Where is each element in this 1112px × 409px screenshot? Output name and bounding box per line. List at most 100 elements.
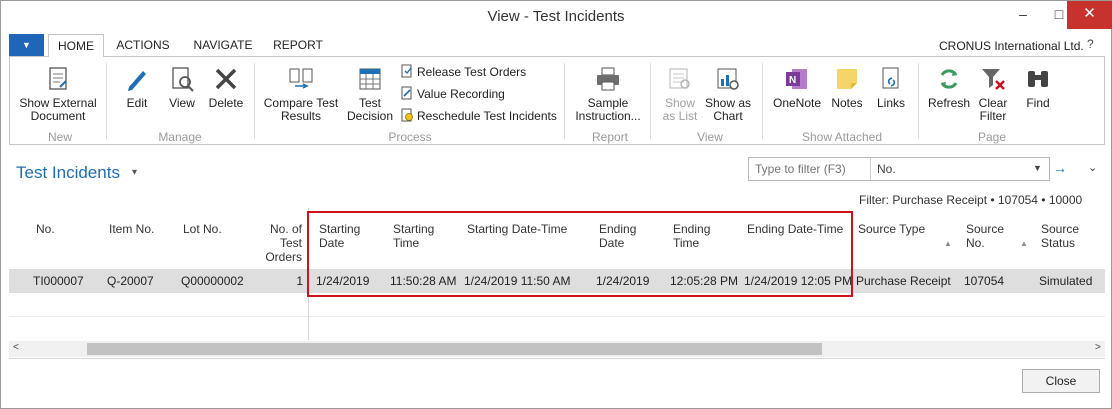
view-button[interactable]: View <box>163 65 201 110</box>
group-label-process: Process <box>388 130 432 144</box>
onenote-label: OneNote <box>772 96 822 110</box>
column-header-no[interactable]: No. <box>36 222 55 236</box>
link-document-icon <box>882 67 899 89</box>
title-bar: View - Test Incidents ‒ □ ✕ <box>1 1 1112 32</box>
cell-item-no: Q-20007 <box>107 274 154 288</box>
group-label-show-attached: Show Attached <box>801 130 883 144</box>
scroll-left-icon[interactable]: < <box>13 342 19 353</box>
chart-view-icon <box>717 68 739 90</box>
delete-label: Delete <box>208 96 244 110</box>
ribbon-tabs: ▼ HOME ACTIONS NAVIGATE REPORT CRONUS In… <box>1 32 1111 57</box>
edit-button[interactable]: Edit <box>118 65 156 110</box>
onenote-button[interactable]: N OneNote <box>768 65 826 110</box>
sticky-note-icon <box>837 69 857 89</box>
show-as-list-button[interactable]: Show as List <box>658 65 702 123</box>
column-header-lot-no[interactable]: Lot No. <box>183 222 222 236</box>
chevron-down-icon[interactable]: ▼ <box>1033 163 1042 173</box>
links-button[interactable]: Links <box>872 65 910 110</box>
cell-source-status: Simulated <box>1039 274 1093 288</box>
clear-filter-label: Clear Filter <box>978 96 1008 123</box>
window: View - Test Incidents ‒ □ ✕ ▼ HOME ACTIO… <box>0 0 1112 409</box>
minimize-button[interactable]: ‒ <box>1005 1 1041 29</box>
column-header-source-status[interactable]: Source Status <box>1041 222 1079 250</box>
show-external-document-button[interactable]: Show External Document <box>16 65 100 123</box>
notes-button[interactable]: Notes <box>828 65 866 110</box>
tab-home[interactable]: HOME <box>48 34 104 57</box>
group-separator <box>106 63 107 139</box>
show-as-chart-button[interactable]: Show as Chart <box>704 65 752 123</box>
svg-text:N: N <box>789 75 796 86</box>
find-button[interactable]: Find <box>1018 65 1058 110</box>
close-button[interactable]: Close <box>1022 369 1100 393</box>
sort-ascending-icon: ▲ <box>1020 239 1028 248</box>
group-label-report: Report <box>591 130 629 144</box>
reschedule-test-incidents-button[interactable]: Reschedule Test Incidents <box>400 108 557 123</box>
page-title: Test Incidents <box>16 163 120 182</box>
test-decision-label: Test Decision <box>346 96 394 123</box>
sample-instruction-button[interactable]: Sample Instruction... <box>572 65 644 123</box>
cell-no-of-test-orders: 1 <box>296 274 303 288</box>
compare-test-results-button[interactable]: Compare Test Results <box>260 65 342 123</box>
delete-button[interactable]: Delete <box>206 65 246 110</box>
ribbon: Show External Document New Edit View Del… <box>9 56 1105 145</box>
group-separator <box>762 63 763 139</box>
refresh-icon <box>940 69 958 89</box>
group-separator <box>650 63 651 139</box>
window-title: View - Test Incidents <box>487 8 625 25</box>
find-label: Find <box>1026 96 1050 110</box>
column-header-source-no[interactable]: Source No. <box>966 222 1004 250</box>
group-separator <box>254 63 255 139</box>
filter-field-select[interactable]: No. <box>877 162 896 176</box>
clear-filter-icon <box>982 69 1005 90</box>
annotation-highlight-box <box>307 211 853 297</box>
tab-report[interactable]: REPORT <box>269 34 327 57</box>
close-window-button[interactable]: ✕ <box>1067 1 1112 29</box>
group-separator <box>564 63 565 139</box>
document-icon <box>49 67 67 90</box>
group-label-page: Page <box>977 130 1007 144</box>
cell-source-type: Purchase Receipt <box>856 274 951 288</box>
column-header-item-no[interactable]: Item No. <box>109 222 154 236</box>
onenote-icon: N <box>786 69 807 89</box>
tab-actions[interactable]: ACTIONS <box>110 34 176 57</box>
sort-ascending-icon: ▲ <box>944 239 952 248</box>
show-as-chart-label: Show as Chart <box>704 96 752 123</box>
scroll-right-icon[interactable]: > <box>1095 342 1101 353</box>
company-name: CRONUS International Ltd. <box>939 39 1084 53</box>
cell-no: TI000007 <box>33 274 84 288</box>
footer-divider <box>9 358 1105 359</box>
refresh-label: Refresh <box>927 96 971 110</box>
filter-input[interactable] <box>749 158 871 180</box>
tab-navigate[interactable]: NAVIGATE <box>185 34 261 57</box>
release-icon <box>401 64 412 78</box>
compare-test-results-label: Compare Test Results <box>263 96 339 123</box>
edit-label: Edit <box>126 96 148 110</box>
page-title-dropdown-icon[interactable]: ▾ <box>132 167 137 178</box>
release-test-orders-button[interactable]: Release Test Orders <box>400 64 526 79</box>
column-header-no-of-test-orders[interactable]: No. of Test Orders <box>257 222 302 264</box>
release-test-orders-label: Release Test Orders <box>417 65 527 79</box>
active-filter-text: Filter: Purchase Receipt • 107054 • 1000… <box>859 193 1083 207</box>
view-document-icon <box>172 67 194 92</box>
help-button[interactable]: ? <box>1087 37 1103 53</box>
group-separator <box>918 63 919 139</box>
clear-filter-button[interactable]: Clear Filter <box>974 65 1012 123</box>
row-divider <box>9 316 1105 317</box>
app-menu-button[interactable]: ▼ <box>9 34 44 56</box>
column-header-source-type[interactable]: Source Type <box>858 222 925 236</box>
apply-filter-arrow-icon[interactable]: → <box>1053 160 1067 176</box>
group-label-view: View <box>697 130 723 144</box>
view-label: View <box>169 96 195 110</box>
group-label-new: New <box>47 130 72 144</box>
test-decision-button[interactable]: Test Decision <box>346 65 394 123</box>
reschedule-icon <box>401 108 413 122</box>
refresh-button[interactable]: Refresh <box>924 65 974 110</box>
collapse-chevron-icon[interactable]: ⌄ <box>1088 161 1097 174</box>
value-recording-label: Value Recording <box>417 87 505 101</box>
show-external-document-label: Show External Document <box>19 96 97 123</box>
cell-source-no: 107054 <box>964 274 1005 288</box>
scrollbar-thumb[interactable] <box>87 343 822 355</box>
value-recording-button[interactable]: Value Recording <box>400 86 505 101</box>
compare-icon <box>289 68 313 89</box>
horizontal-scrollbar[interactable]: < > <box>9 341 1105 357</box>
